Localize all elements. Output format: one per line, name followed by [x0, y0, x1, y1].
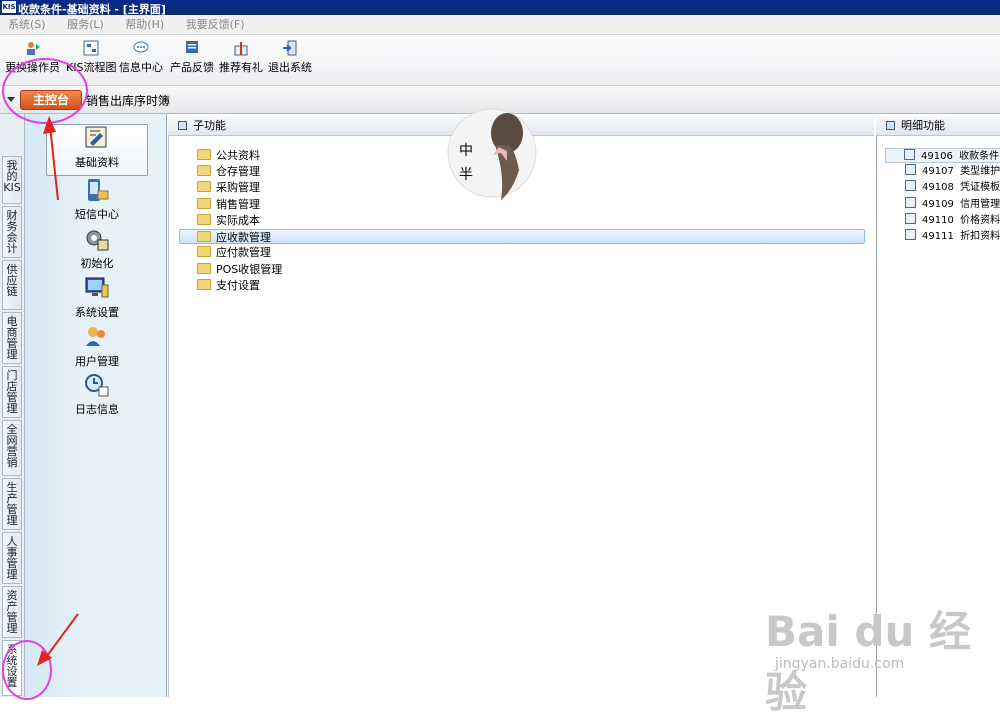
- folder-actual-cost[interactable]: 实际成本: [197, 213, 260, 228]
- annotation-arrow-up: [43, 116, 59, 201]
- document-icon: [905, 180, 916, 191]
- recommend-gift-button[interactable]: 推荐有礼: [219, 40, 263, 75]
- flowchart-icon: [83, 40, 99, 56]
- folder-icon: [197, 198, 211, 209]
- folder-pos[interactable]: POS收银管理: [197, 262, 282, 277]
- folder-icon: [197, 231, 211, 242]
- user-switch-icon: [26, 42, 40, 55]
- annotation-arrow-down: [37, 613, 79, 666]
- pane-toggle-icon: [886, 121, 895, 130]
- detail-item[interactable]: 49108 凭证模板: [905, 180, 1000, 195]
- nav-my-kis[interactable]: 我的KIS: [2, 156, 22, 204]
- folder-public-data[interactable]: 公共资料: [197, 148, 260, 163]
- folder-icon: [197, 263, 211, 274]
- base-data-icon: [85, 126, 107, 148]
- menu-service[interactable]: 服务(L): [67, 15, 104, 34]
- folder-receivables[interactable]: 应收款管理: [179, 229, 865, 244]
- folder-icon: [197, 149, 211, 160]
- gift-icon: [234, 42, 248, 56]
- folder-payment-settings[interactable]: 支付设置: [197, 278, 260, 293]
- avatar-char-2: 半: [459, 167, 473, 183]
- menu-feedback[interactable]: 我要反馈(F): [186, 15, 245, 34]
- folder-inventory[interactable]: 仓存管理: [197, 164, 260, 179]
- nav-ecommerce[interactable]: 电商管理: [2, 312, 22, 364]
- kis-logo: KIS: [2, 1, 16, 13]
- menu-bar: 系统(S) 服务(L) 帮助(H) 我要反馈(F): [0, 15, 1000, 35]
- baidu-watermark: Bai du 经验 jingyan.baidu.com: [765, 607, 971, 717]
- folder-icon: [197, 246, 211, 257]
- user-management-icon: [86, 327, 105, 346]
- log-info-button[interactable]: 日志信息: [47, 372, 147, 417]
- system-settings-button[interactable]: 系统设置: [47, 275, 147, 320]
- message-center-button[interactable]: 信息中心: [119, 40, 163, 75]
- folder-icon: [197, 181, 211, 192]
- document-icon: [905, 164, 916, 175]
- detail-item[interactable]: 49110 价格资料: [905, 213, 1000, 228]
- feedback-icon: [186, 41, 198, 53]
- exit-system-button[interactable]: 退出系统: [268, 40, 312, 75]
- exit-icon: [283, 40, 297, 56]
- initialize-icon: [86, 230, 109, 251]
- document-icon: [904, 149, 915, 160]
- detail-item[interactable]: 49107 类型维护: [905, 164, 1000, 179]
- nav-store[interactable]: 门店管理: [2, 366, 22, 418]
- left-nav: 我的KIS 财务会计 供应链 电商管理 门店管理 全网营销 生产管理 人事管理 …: [0, 114, 25, 697]
- log-info-icon: [85, 374, 109, 397]
- detail-item[interactable]: 49109 信用管理: [905, 197, 1000, 212]
- folder-icon: [197, 214, 211, 225]
- initialize-button[interactable]: 初始化: [47, 226, 147, 271]
- avatar-watermark: 中 半: [447, 108, 537, 200]
- folder-purchase[interactable]: 采购管理: [197, 180, 260, 195]
- folder-icon: [197, 165, 211, 176]
- toolbar: 更换操作员 KIS流程图 信息中心 产品反馈 推荐有礼 退出系统: [0, 35, 1000, 86]
- document-icon: [905, 229, 916, 240]
- detail-header: 明细功能: [876, 117, 1000, 136]
- menu-help[interactable]: 帮助(H): [125, 15, 164, 34]
- user-management-button[interactable]: 用户管理: [47, 324, 147, 369]
- tab-sales-outbound[interactable]: 销售出库序时簿: [86, 92, 170, 109]
- nav-supply-chain[interactable]: 供应链: [2, 260, 22, 310]
- folder-icon: [197, 279, 211, 290]
- nav-production[interactable]: 生产管理: [2, 478, 22, 530]
- document-icon: [905, 213, 916, 224]
- sms-center-icon: [88, 179, 109, 201]
- folder-sales[interactable]: 销售管理: [197, 197, 260, 212]
- document-icon: [905, 197, 916, 208]
- nav-finance[interactable]: 财务会计: [2, 206, 22, 258]
- folder-payables[interactable]: 应付款管理: [197, 245, 271, 260]
- product-feedback-button[interactable]: 产品反馈: [170, 40, 214, 75]
- nav-marketing[interactable]: 全网营销: [2, 420, 22, 476]
- nav-hr[interactable]: 人事管理: [2, 532, 22, 584]
- message-center-icon: [133, 41, 149, 53]
- detail-item[interactable]: 49111 折扣资料: [905, 229, 1000, 244]
- detail-item[interactable]: 49106 收款条件: [885, 148, 1000, 163]
- nav-assets[interactable]: 资产管理: [2, 586, 22, 638]
- system-settings-icon: [85, 277, 109, 298]
- pane-toggle-icon: [178, 121, 187, 130]
- title-bar: KIS 收款条件-基础资料 - [主界面]: [0, 0, 1000, 16]
- avatar-char-1: 中: [459, 143, 473, 159]
- menu-system[interactable]: 系统(S): [8, 15, 46, 34]
